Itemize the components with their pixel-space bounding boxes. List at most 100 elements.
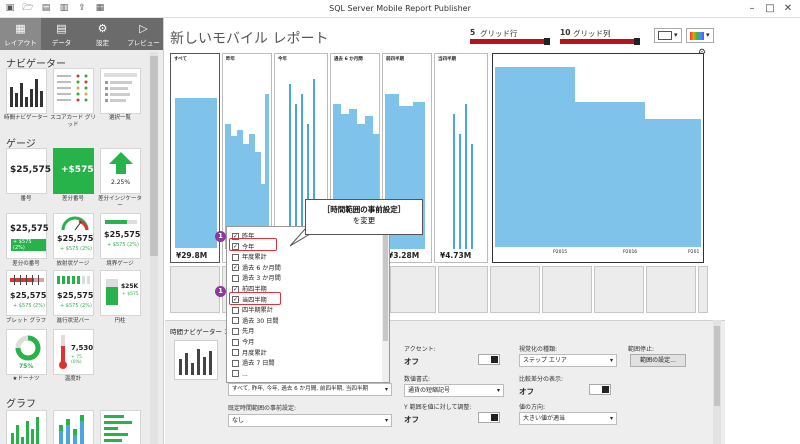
dropdown-option-label: 過去 30 日間 bbox=[242, 317, 279, 325]
time-navigator-selected[interactable]: P2015 P2016 P201 bbox=[492, 53, 704, 263]
dropdown-option[interactable]: ✓ 過去 6 か月間 bbox=[232, 264, 281, 274]
cylinder-card[interactable]: $25K + $575 bbox=[100, 270, 141, 316]
server-icon[interactable]: ▦ bbox=[94, 3, 106, 14]
y-axis-toggle[interactable] bbox=[478, 412, 500, 423]
checkbox-unchecked-icon[interactable] bbox=[232, 253, 239, 261]
dropdown-option[interactable]: 四半期累計 bbox=[232, 306, 273, 316]
selected-element-thumb bbox=[174, 340, 218, 380]
empty-grid-cell[interactable] bbox=[698, 266, 708, 313]
scorecard-grid-card[interactable] bbox=[53, 68, 94, 114]
dropdown-option[interactable]: ... bbox=[232, 370, 248, 380]
checkbox-unchecked-icon[interactable] bbox=[232, 317, 239, 325]
range-settings-button[interactable]: 範囲の設定... bbox=[630, 354, 686, 367]
dropdown-option[interactable]: 先月 bbox=[232, 327, 254, 337]
step-marker: 1 bbox=[215, 286, 226, 297]
delta-number-card[interactable]: +$575 bbox=[53, 148, 94, 194]
open-folder-icon[interactable]: 🗁 bbox=[22, 3, 34, 14]
dropdown-option-label: 先月 bbox=[242, 328, 255, 336]
dropdown-option[interactable]: 過去 3 か月間 bbox=[232, 274, 281, 284]
progress-bar-icon bbox=[57, 276, 90, 284]
dropdown-option[interactable]: 過去 30 日間 bbox=[232, 317, 279, 327]
checkbox-unchecked-icon[interactable] bbox=[232, 359, 239, 367]
animation-toggle[interactable] bbox=[478, 354, 500, 365]
progress-bar-card[interactable]: $25,575 + $575 (2%) bbox=[53, 270, 94, 316]
properties-scroll-thumb[interactable] bbox=[714, 326, 720, 406]
checkbox-unchecked-icon[interactable] bbox=[232, 274, 239, 282]
save-icon[interactable]: ▤ bbox=[40, 3, 52, 14]
empty-grid-cell[interactable] bbox=[490, 266, 540, 313]
tab-settings[interactable]: ⚙ 設定 bbox=[82, 18, 123, 50]
tab-data[interactable]: ▤ データ bbox=[41, 18, 82, 50]
viz-type-select[interactable]: ステップ エリア ▾ bbox=[519, 354, 617, 367]
chart-card[interactable] bbox=[100, 410, 141, 444]
preset-select[interactable]: なし ▾ bbox=[228, 414, 392, 427]
tab-layout[interactable]: ▦ レイアウト bbox=[0, 18, 41, 50]
dropdown-option-label: 今月 bbox=[242, 339, 255, 346]
dropdown-scrollbar[interactable] bbox=[382, 227, 389, 382]
maximize-icon[interactable]: □ bbox=[762, 2, 778, 16]
donut-card[interactable]: 75% bbox=[6, 329, 47, 375]
navigator-panel-all[interactable]: すべて ¥29.8M bbox=[170, 53, 220, 263]
delta-indicator-card[interactable]: 2.25% bbox=[100, 148, 141, 194]
selection-list-thumb bbox=[104, 73, 137, 102]
compare-toggle[interactable] bbox=[589, 384, 611, 395]
empty-grid-cell[interactable] bbox=[390, 266, 436, 313]
chevron-down-icon: ▾ bbox=[384, 386, 388, 393]
number-gauge-card[interactable]: $25,575 bbox=[6, 148, 51, 194]
dropdown-option[interactable]: 今月 bbox=[232, 338, 254, 348]
empty-grid-cell[interactable] bbox=[646, 266, 696, 313]
checkbox-unchecked-icon[interactable] bbox=[232, 349, 239, 357]
grid-cols-value: 10 bbox=[560, 28, 571, 37]
gauge-caption: 差分番号 bbox=[61, 196, 84, 202]
horizontal-bar-thumb bbox=[104, 415, 132, 442]
thermometer-card[interactable]: 7,530 + 75 (0%) bbox=[53, 329, 94, 375]
sidebar-scroll-thumb[interactable] bbox=[150, 56, 158, 256]
navigator-panel-this-quarter[interactable]: 当四半期 ¥4.73M bbox=[434, 53, 488, 263]
layout-mode-dropdown[interactable]: ▾ bbox=[654, 28, 682, 43]
checkbox-unchecked-icon[interactable] bbox=[232, 338, 239, 346]
dropdown-option-label: 月度累計 bbox=[242, 349, 267, 357]
save-as-icon[interactable]: ▥ bbox=[58, 3, 70, 14]
dropdown-option[interactable]: 月度累計 bbox=[232, 349, 267, 359]
time-navigator-thumb bbox=[179, 349, 212, 375]
boundary-gauge-card[interactable]: $25,575 + $575 (2%) bbox=[100, 213, 141, 259]
step-area-chart bbox=[453, 104, 473, 249]
checkbox-unchecked-icon[interactable] bbox=[232, 306, 239, 314]
empty-grid-cell[interactable] bbox=[170, 266, 220, 313]
gauge-caption: 放射状ゲージ bbox=[56, 261, 90, 267]
direction-select[interactable]: 大きい値が適当 ▾ bbox=[519, 412, 617, 425]
palette-icon bbox=[690, 32, 704, 40]
radial-gauge-card[interactable]: $25,575 + $575 (2%) bbox=[53, 213, 94, 259]
thermometer-icon bbox=[59, 335, 67, 369]
dropdown-option[interactable]: 過去 7 日間 bbox=[232, 359, 275, 369]
selection-list-card[interactable] bbox=[100, 68, 141, 114]
axis-tick-label: P201 bbox=[688, 250, 700, 255]
dropdown-scroll-thumb[interactable] bbox=[383, 231, 388, 341]
chart-card[interactable] bbox=[6, 410, 47, 444]
color-palette-dropdown[interactable]: ▾ bbox=[686, 28, 714, 43]
minimize-icon[interactable]: – bbox=[744, 2, 760, 16]
bullet-graph-card[interactable]: $25,575 + $575 (2%) bbox=[6, 270, 47, 316]
empty-grid-cell[interactable] bbox=[542, 266, 592, 313]
preset-summary-select[interactable]: すべて, 昨年, 今年, 過去 6 か月間, 前四半期, 当四半期 ▾ bbox=[228, 383, 392, 396]
close-icon[interactable]: ✕ bbox=[780, 2, 796, 16]
number-format-select[interactable]: 通貨の短縮記号 ▾ bbox=[404, 384, 504, 397]
sidebar: ▦ レイアウト ▤ データ ⚙ 設定 ▷ プレビュー ナビゲーター 時間ナビゲー… bbox=[0, 18, 164, 444]
checkbox-checked-icon[interactable]: ✓ bbox=[232, 264, 239, 272]
tab-preview[interactable]: ▷ プレビュー bbox=[123, 18, 163, 50]
report-title[interactable]: 新しいモバイル レポート bbox=[170, 28, 328, 48]
checkbox-unchecked-icon[interactable] bbox=[232, 370, 239, 378]
grid-rows-slider[interactable] bbox=[470, 38, 550, 45]
publish-icon[interactable]: ⇪ bbox=[76, 3, 88, 14]
chevron-down-icon: ▾ bbox=[609, 357, 613, 364]
empty-grid-cell[interactable] bbox=[438, 266, 488, 313]
delta-of-number-card[interactable]: $25,575 + $575 (2%) bbox=[6, 213, 49, 259]
time-navigator-card[interactable] bbox=[6, 68, 47, 114]
empty-grid-cell[interactable] bbox=[594, 266, 644, 313]
dropdown-option[interactable]: 年度累計 bbox=[232, 253, 267, 263]
checkbox-unchecked-icon[interactable] bbox=[232, 327, 239, 335]
chevron-down-icon: ▾ bbox=[674, 31, 678, 39]
grid-rows-value: 5 bbox=[470, 28, 476, 37]
grid-cols-slider[interactable] bbox=[560, 38, 640, 45]
chart-card[interactable] bbox=[53, 410, 94, 444]
